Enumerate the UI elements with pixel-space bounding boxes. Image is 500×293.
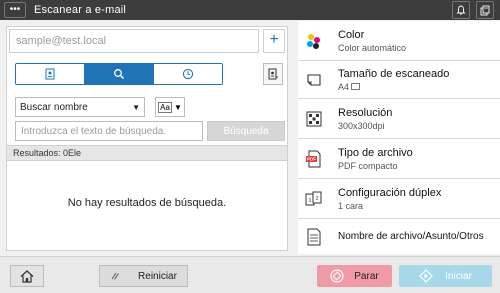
scan-to-email-screen: ••• Escanear a e-mail sample@test.local [0,0,500,293]
page-title: Escanear a e-mail [34,4,127,16]
address-book-detail-button[interactable] [263,63,283,85]
paper-size-icon [304,70,324,90]
top-icons [452,1,494,19]
setting-title: Tamaño de escaneado [338,67,450,80]
reset-button[interactable]: Reiniciar [99,265,188,287]
empty-results-message: No hay resultados de búsqueda. [67,197,227,209]
email-address-field[interactable]: sample@test.local [9,29,259,53]
svg-text:2: 2 [316,196,319,202]
top-bar: ••• Escanear a e-mail [0,0,500,20]
duplex-icon: 1 2 [304,189,324,209]
landscape-paper-icon [351,83,360,90]
address-book-detail-icon [268,68,278,80]
setting-title: Nombre de archivo/Asunto/Otros [338,231,484,242]
setting-value: 1 cara [338,200,364,211]
setting-duplex[interactable]: 1 2 Configuración dúplex 1 cara [298,179,500,219]
stop-label: Parar [354,270,379,282]
search-tabs [15,63,223,85]
setting-title: Tipo de archivo [338,146,413,159]
setting-title: Color [338,28,365,41]
device-icon [480,5,489,15]
home-button[interactable] [10,265,44,287]
bottom-bar: Reiniciar Parar Iniciar [0,256,500,293]
reset-icon [111,272,119,280]
stop-icon [330,269,344,283]
address-book-icon [45,68,55,80]
clock-icon [182,68,194,80]
setting-file-name[interactable]: Nombre de archivo/Asunto/Otros [298,219,500,254]
address-row: sample@test.local + [9,29,285,55]
bell-icon [456,5,466,15]
destination-panel: sample@test.local + Buscar nombre ▼ Aa ▼… [6,26,288,251]
results-count: Resultados: 0Ele [7,145,287,161]
color-dots-icon [304,31,324,51]
search-options-row: Buscar nombre ▼ Aa ▼ [15,97,185,117]
search-button[interactable]: Búsqueda [207,121,285,141]
setting-scan-size[interactable]: Tamaño de escaneado A4 [298,61,500,99]
setting-title: Configuración dúplex [338,186,442,199]
settings-panel: Color Color automático Tamaño de escanea… [298,21,500,254]
case-label: Aa [158,101,172,113]
setting-value: A4 [338,81,350,92]
add-address-button[interactable]: + [263,29,285,53]
notification-button[interactable] [452,1,470,19]
setting-value: 300x300dpi [338,120,385,131]
tab-address-book[interactable] [16,64,85,84]
setting-value-row: A4 [338,82,449,92]
search-icon [114,69,125,80]
reset-label: Reiniciar [138,270,177,282]
start-label: Iniciar [445,270,472,282]
pdf-file-icon: PDF [304,149,324,169]
home-icon [20,269,34,283]
case-toggle-button[interactable]: Aa ▼ [155,97,185,117]
query-row: Introduzca el texto de búsqueda. Búsqued… [15,121,285,141]
search-type-value: Buscar nombre [20,101,88,113]
tab-history[interactable] [154,64,222,84]
resolution-icon [304,109,324,129]
svg-text:PDF: PDF [307,156,316,161]
setting-value: PDF compacto [338,160,398,171]
setting-color[interactable]: Color Color automático [298,21,500,61]
stop-button[interactable]: Parar [317,265,392,287]
tab-search[interactable] [85,64,154,84]
search-type-select[interactable]: Buscar nombre ▼ [15,97,145,117]
document-icon [304,227,324,247]
menu-button[interactable]: ••• [4,2,26,18]
setting-file-type[interactable]: PDF Tipo de archivo PDF compacto [298,139,500,179]
start-button[interactable]: Iniciar [399,265,492,287]
setting-resolution[interactable]: Resolución 300x300dpi [298,99,500,139]
search-input[interactable]: Introduzca el texto de búsqueda. [15,121,203,141]
device-status-button[interactable] [476,1,494,19]
svg-text:1: 1 [309,198,312,204]
chevron-down-icon: ▼ [132,102,140,112]
setting-title: Resolución [338,106,393,119]
plus-icon: + [269,31,279,48]
setting-value: Color automático [338,42,407,53]
ellipsis-icon: ••• [9,4,21,15]
chevron-down-icon: ▼ [173,102,182,112]
start-icon [419,269,434,283]
